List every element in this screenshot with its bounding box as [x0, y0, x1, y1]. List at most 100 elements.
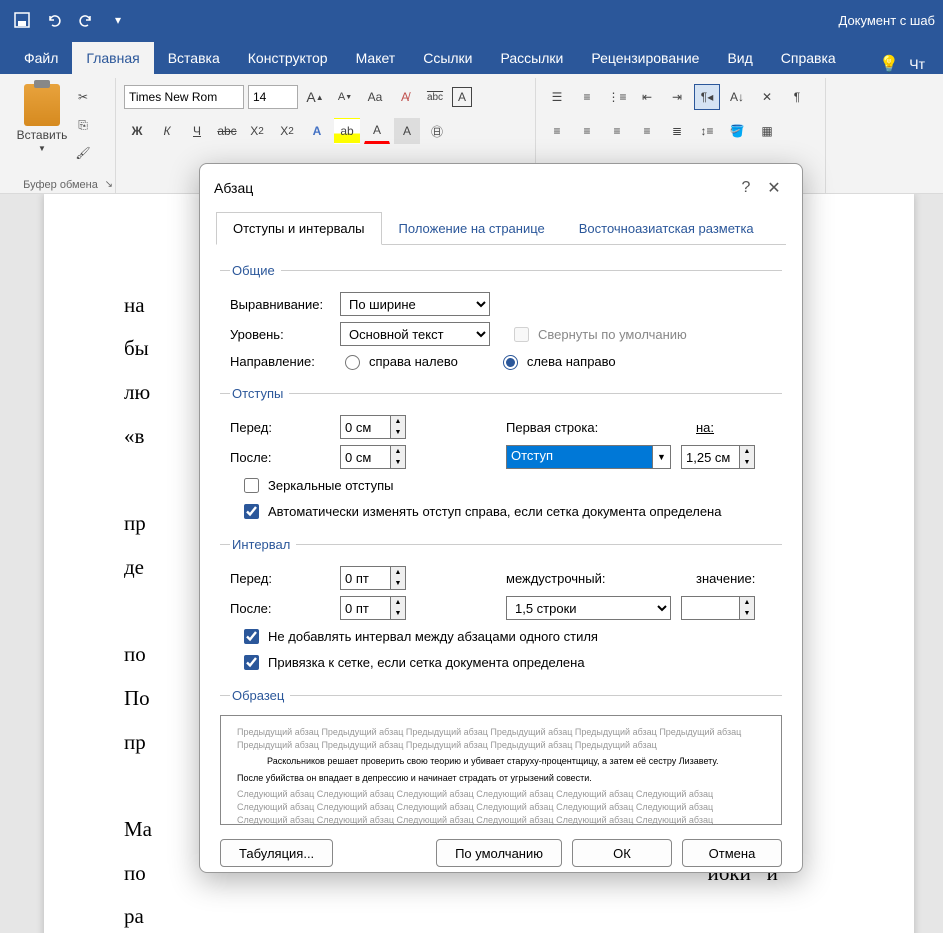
spin-down-icon[interactable]: ▼ — [391, 578, 405, 589]
undo-icon[interactable] — [40, 6, 68, 34]
outline-level-select[interactable]: Основной текст — [340, 322, 490, 346]
change-case-icon[interactable]: Aa — [362, 84, 388, 110]
auto-adjust-checkbox[interactable] — [244, 504, 259, 519]
tab-mailings[interactable]: Рассылки — [487, 42, 578, 74]
spin-up-icon[interactable]: ▲ — [740, 446, 754, 457]
general-legend: Общие — [230, 263, 281, 278]
dialog-launcher-icon[interactable]: ↘ — [105, 179, 113, 190]
spin-up-icon[interactable]: ▲ — [391, 416, 405, 427]
ltr-direction-icon[interactable]: ¶◂ — [694, 84, 720, 110]
strike-icon[interactable]: abc — [214, 118, 240, 144]
spin-down-icon[interactable]: ▼ — [740, 608, 754, 619]
sort-icon[interactable]: A↓ — [724, 84, 750, 110]
align-center-icon[interactable]: ≡ — [574, 118, 600, 144]
tab-design[interactable]: Конструктор — [234, 42, 342, 74]
tab-home[interactable]: Главная — [72, 42, 153, 74]
font-color-icon[interactable]: A — [364, 118, 390, 144]
spacing-after-input[interactable] — [340, 596, 390, 620]
shading-icon[interactable]: 🪣 — [724, 118, 750, 144]
char-shading-icon[interactable]: A — [394, 118, 420, 144]
indent-before-input[interactable] — [340, 415, 390, 439]
first-line-select[interactable]: Отступ ▼ — [506, 445, 671, 469]
ltr-radio[interactable] — [503, 355, 518, 370]
tabs-button[interactable]: Табуляция... — [220, 839, 333, 867]
spacing-at-input[interactable] — [681, 596, 739, 620]
spin-down-icon[interactable]: ▼ — [391, 457, 405, 468]
direction-label: Направление: — [230, 354, 330, 369]
text-effects-icon[interactable]: A — [304, 118, 330, 144]
tellme-icon[interactable]: 💡 — [879, 54, 899, 74]
phonetic-guide-icon[interactable]: abc — [422, 84, 448, 110]
tab-review[interactable]: Рецензирование — [577, 42, 713, 74]
paste-button[interactable]: Вставить ▼ — [14, 80, 70, 166]
spacing-at-label: значение: — [696, 571, 755, 586]
spacing-before-input[interactable] — [340, 566, 390, 590]
tellme-label[interactable]: Чт — [909, 56, 925, 72]
clear-format-icon[interactable]: A̸ — [392, 84, 418, 110]
distributed-icon[interactable]: ≣ — [664, 118, 690, 144]
spin-up-icon[interactable]: ▲ — [740, 597, 754, 608]
set-default-button[interactable]: По умолчанию — [436, 839, 562, 867]
dont-add-space-checkbox[interactable] — [244, 629, 259, 644]
spin-down-icon[interactable]: ▼ — [740, 457, 754, 468]
justify-icon[interactable]: ≡ — [634, 118, 660, 144]
tab-references[interactable]: Ссылки — [409, 42, 486, 74]
help-icon[interactable]: ? — [732, 174, 760, 202]
font-family-select[interactable] — [124, 85, 244, 109]
format-painter-icon[interactable]: 🖌 — [70, 140, 96, 166]
snap-grid-checkbox[interactable] — [244, 655, 259, 670]
tab-file[interactable]: Файл — [10, 42, 72, 74]
grow-font-icon[interactable]: A▲ — [302, 84, 328, 110]
decrease-indent-icon[interactable]: ⇤ — [634, 84, 660, 110]
qat-customize-icon[interactable]: ▾ — [104, 6, 132, 34]
tab-line-page-breaks[interactable]: Положение на странице — [382, 212, 562, 244]
italic-icon[interactable]: К — [154, 118, 180, 144]
line-spacing-icon[interactable]: ↕≡ — [694, 118, 720, 144]
font-size-select[interactable] — [248, 85, 298, 109]
tab-layout[interactable]: Макет — [342, 42, 410, 74]
multilevel-icon[interactable]: ⋮≡ — [604, 84, 630, 110]
save-icon[interactable] — [8, 6, 36, 34]
alignment-select[interactable]: По ширине — [340, 292, 490, 316]
underline-icon[interactable]: Ч — [184, 118, 210, 144]
highlight-icon[interactable]: ab — [334, 118, 360, 144]
asian-layout-icon[interactable]: ✕ — [754, 84, 780, 110]
indent-before-label: Перед: — [230, 420, 330, 435]
mirror-indents-checkbox[interactable] — [244, 478, 259, 493]
spin-down-icon[interactable]: ▼ — [391, 427, 405, 438]
tab-help[interactable]: Справка — [767, 42, 850, 74]
show-marks-icon[interactable]: ¶ — [784, 84, 810, 110]
align-right-icon[interactable]: ≡ — [604, 118, 630, 144]
bold-icon[interactable]: Ж — [124, 118, 150, 144]
tab-insert[interactable]: Вставка — [154, 42, 234, 74]
clipboard-icon — [24, 84, 60, 126]
enclose-char-icon[interactable]: ㊐ — [424, 118, 450, 144]
line-spacing-select[interactable]: 1,5 строки — [506, 596, 671, 620]
copy-icon[interactable]: ⎘ — [70, 112, 96, 138]
cancel-button[interactable]: Отмена — [682, 839, 782, 867]
cut-icon[interactable]: ✂ — [70, 84, 96, 110]
tab-asian-typography[interactable]: Восточноазиатская разметка — [562, 212, 771, 244]
close-icon[interactable]: ✕ — [760, 174, 788, 202]
ok-button[interactable]: ОК — [572, 839, 672, 867]
subscript-icon[interactable]: X2 — [244, 118, 270, 144]
redo-icon[interactable] — [72, 6, 100, 34]
indent-after-input[interactable] — [340, 445, 390, 469]
bullets-icon[interactable]: ☰ — [544, 84, 570, 110]
align-left-icon[interactable]: ≡ — [544, 118, 570, 144]
spin-up-icon[interactable]: ▲ — [391, 597, 405, 608]
spin-down-icon[interactable]: ▼ — [391, 608, 405, 619]
numbering-icon[interactable]: ≡ — [574, 84, 600, 110]
increase-indent-icon[interactable]: ⇥ — [664, 84, 690, 110]
tab-view[interactable]: Вид — [713, 42, 766, 74]
shrink-font-icon[interactable]: A▼ — [332, 84, 358, 110]
char-border-icon[interactable]: A — [452, 87, 472, 107]
spin-up-icon[interactable]: ▲ — [391, 567, 405, 578]
indent-by-input[interactable] — [681, 445, 739, 469]
borders-icon[interactable]: ▦ — [754, 118, 780, 144]
superscript-icon[interactable]: X2 — [274, 118, 300, 144]
paragraph-dialog: Абзац ? ✕ Отступы и интервалы Положение … — [199, 163, 803, 873]
spin-up-icon[interactable]: ▲ — [391, 446, 405, 457]
rtl-radio[interactable] — [345, 355, 360, 370]
tab-indents-spacing[interactable]: Отступы и интервалы — [216, 212, 382, 245]
